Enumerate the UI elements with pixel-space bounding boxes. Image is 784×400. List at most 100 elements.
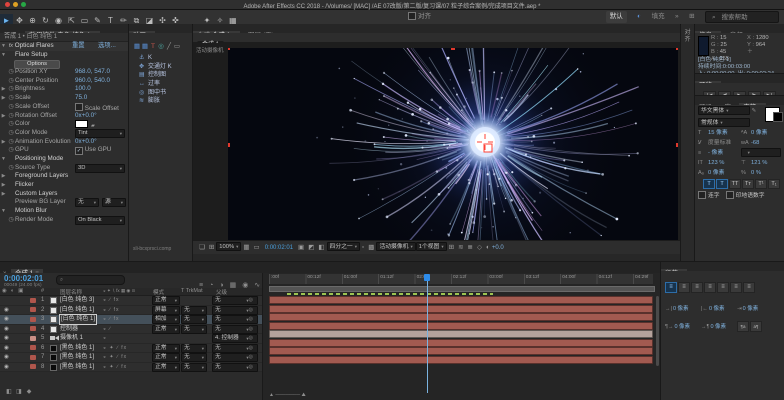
layer-row[interactable]: ◉ 7 [黑色 纯色 1] ◒ ✦ ∕ fx 正常▾ 无▾ ◎无▾ [0, 353, 262, 363]
twirl-icon[interactable]: ▶ [0, 85, 7, 94]
blend-mode-dropdown[interactable]: 正常▾ [152, 325, 180, 334]
column-trkmat[interactable]: T TrkMat [181, 288, 203, 294]
style-toggle-0[interactable]: T [703, 179, 715, 189]
parent-dropdown[interactable]: ◎无▾ [212, 353, 258, 362]
vertical-scale-value[interactable]: 123 % [708, 160, 724, 166]
property-dropdown[interactable]: 无▾ [75, 198, 99, 207]
property-dropdown[interactable]: 3D▾ [75, 164, 125, 173]
property-dropdown[interactable]: Tint▾ [75, 129, 125, 138]
playhead-handle[interactable] [424, 274, 430, 281]
workspace-default-button[interactable]: 默认 [606, 11, 627, 23]
twirl-icon[interactable]: ▶ [0, 138, 7, 147]
label-color-chip[interactable] [30, 326, 36, 331]
proportional-spacing-value[interactable]: 0 % [751, 170, 761, 176]
visibility-toggle[interactable]: ◉ [2, 325, 11, 334]
tab-align-vertical[interactable]: 对齐 [681, 30, 694, 44]
effect-property-row[interactable]: ◷Position XY968.0, 547.0 [0, 68, 128, 77]
blend-mode-dropdown[interactable]: 正常▾ [152, 353, 180, 362]
property-dropdown[interactable]: On Black▾ [75, 216, 125, 225]
style-toggle-4[interactable]: T¹ [755, 179, 767, 189]
script-item[interactable]: ▤控制图 [129, 71, 192, 80]
expand-layer-switches-icon[interactable]: ◧ [4, 388, 14, 395]
effect-property-row[interactable]: ◷Scale Offset Scale Offset [0, 103, 128, 112]
composition-image[interactable] [228, 48, 678, 242]
character-checkbox[interactable]: 印地语数字 [726, 193, 765, 199]
timeline-track-area[interactable]: :00f00:12f01:00f01:12f02:00f02:12f03:00f… [262, 273, 660, 400]
layer-duration-bar[interactable] [269, 296, 653, 304]
script-item[interactable]: ⚓K [129, 54, 192, 63]
stopwatch-icon[interactable]: ◷ [7, 94, 15, 103]
effect-property-row[interactable]: ▶◷Brightness100.0 [0, 85, 128, 94]
twirl-icon[interactable]: ▼ [0, 51, 7, 60]
parent-dropdown[interactable]: ◎无▾ [212, 344, 258, 353]
exposure-value[interactable]: +0.0 [492, 245, 504, 251]
tab-timeline-comp[interactable]: 合成 1 ≡ [11, 269, 43, 273]
layer-name[interactable]: [白色 纯色 1] [60, 315, 96, 324]
property-value[interactable]: 968.0, 547.0 [75, 68, 110, 77]
effect-property-row[interactable]: ▶Flicker [0, 181, 128, 190]
property-value[interactable]: 0x+0.0° [75, 138, 97, 147]
script-item[interactable]: ≋膨胀 [129, 97, 192, 106]
layer-switches[interactable]: ◒ ∕ fx [103, 306, 120, 315]
transparency-grid-icon[interactable]: ▩ [368, 241, 374, 254]
stopwatch-icon[interactable]: ◷ [7, 112, 15, 121]
justify-last-left-button[interactable]: ≡ [704, 282, 716, 293]
layer-row[interactable]: ◉ 3 [白色 纯色 1] ◒ ∕ fx 相加▾ 无▾ ◎无▾ [0, 315, 262, 325]
character-checkbox[interactable]: 连字 [698, 193, 720, 199]
layer-switches[interactable]: ◒ ✦ ∕ fx [103, 363, 127, 372]
pixel-aspect-icon[interactable]: ⊞ [449, 241, 454, 254]
tab-info[interactable]: 信息 ≡ [695, 31, 721, 33]
layer-switches[interactable]: ◒ ∕ fx [103, 315, 120, 324]
grid-guides-icon[interactable]: ▦ [243, 241, 249, 254]
text-icon[interactable]: T [149, 42, 157, 51]
visibility-toggle[interactable]: ◉ [2, 334, 11, 343]
property-dropdown[interactable]: 源▾ [102, 198, 126, 207]
layer-switches[interactable]: ◒ ∕ [103, 325, 111, 334]
time-ruler[interactable]: :00f00:12f01:00f01:12f02:00f02:12f03:00f… [269, 274, 653, 284]
blend-mode-dropdown[interactable]: 正常▾ [152, 296, 180, 305]
tab-paragraph[interactable]: 段落 ≡ [661, 269, 687, 271]
property-checkbox[interactable]: Scale Offset [75, 103, 119, 112]
effect-property-row[interactable]: ◷Center Position960.0, 540.0 [0, 77, 128, 86]
layer-switches[interactable]: ◒ [103, 334, 107, 343]
stopwatch-icon[interactable]: ◷ [7, 120, 15, 129]
effect-property-row[interactable]: ▼Motion Blur [0, 207, 128, 216]
font-style-select[interactable]: 常规体▾ [698, 118, 750, 127]
stopwatch-icon[interactable]: ◷ [7, 164, 15, 173]
effect-property-row[interactable]: Preview BG Layer无▾源▾ [0, 198, 128, 207]
parent-dropdown[interactable]: ◎无▾ [212, 325, 258, 334]
play-button[interactable]: ▶ [733, 91, 746, 95]
stopwatch-icon[interactable]: ◷ [7, 68, 15, 77]
effect-header-row[interactable]: ▼ fx Optical Flares 重置 选项... [0, 42, 128, 51]
effect-property-row[interactable]: Options [0, 59, 128, 68]
magnification-icon[interactable]: ⊞ [209, 241, 214, 254]
twirl-icon[interactable]: ▶ [0, 94, 7, 103]
font-family-select[interactable]: 华文黑体▾ [698, 106, 750, 115]
style-toggle-1[interactable]: T [716, 179, 728, 189]
script-item[interactable]: ✥交通灯 K [129, 63, 192, 72]
fast-preview-icon[interactable]: ≋ [458, 241, 463, 254]
property-value[interactable]: 960.0, 540.0 [75, 77, 110, 86]
stopwatch-icon[interactable]: ◷ [7, 146, 15, 155]
indent-field[interactable]: |←0 像素 [701, 304, 735, 312]
effect-property-row[interactable]: ◷Color ModeTint▾ [0, 129, 128, 138]
previous-frame-button[interactable]: ◀| [718, 91, 731, 95]
layer-name[interactable]: 控制器 [60, 325, 78, 334]
timeline-scrollbar[interactable] [656, 296, 659, 366]
visibility-toggle[interactable]: ◉ [2, 315, 11, 324]
panel-close-icon[interactable]: × [3, 271, 7, 273]
visibility-toggle[interactable]: ◉ [2, 363, 11, 372]
label-color-chip[interactable] [30, 307, 36, 312]
twirl-icon[interactable]: ▶ [0, 112, 7, 121]
flowchart-icon[interactable]: ◇ [477, 241, 482, 254]
effect-property-row[interactable]: ▶◷Scale75.0 [0, 94, 128, 103]
layer-duration-bar[interactable] [269, 330, 653, 338]
twirl-icon[interactable]: ▼ [0, 155, 7, 164]
trkmat-dropdown[interactable]: 无▾ [181, 325, 207, 334]
grid-icon[interactable]: ▦ [141, 42, 149, 51]
tab-audio[interactable]: 音频 [726, 31, 747, 33]
effect-property-row[interactable]: ▶◷Animation Evolution0x+0.0° [0, 138, 128, 147]
timeline-button-icon[interactable]: ≣ [468, 241, 473, 254]
tab-layer[interactable]: 图层 (无) [244, 31, 278, 33]
blend-mode-dropdown[interactable]: 正常▾ [152, 363, 180, 372]
